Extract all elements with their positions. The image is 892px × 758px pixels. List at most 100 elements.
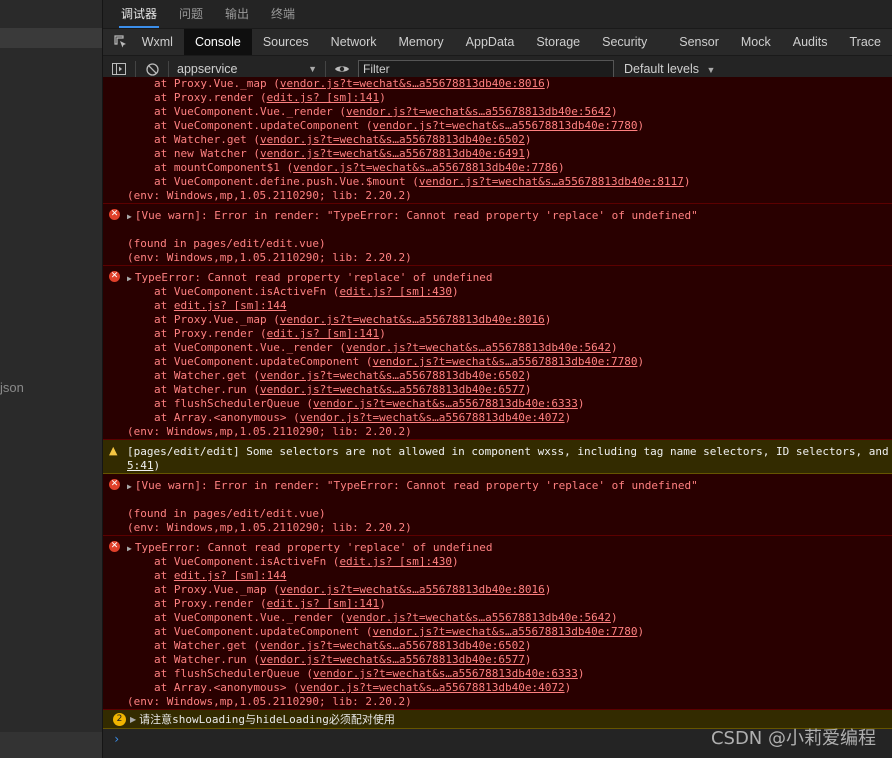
source-link[interactable]: edit.js? [sm]:430: [339, 285, 452, 298]
source-link[interactable]: vendor.js?t=wechat&s…a55678813db40e:7780: [373, 625, 638, 638]
source-link[interactable]: vendor.js?t=wechat&s…a55678813db40e:4072: [300, 411, 565, 424]
expand-triangle-icon[interactable]: ▶: [127, 542, 132, 555]
tab-security[interactable]: Security: [591, 29, 658, 55]
stack-frame-function: at Watcher.run (: [154, 383, 260, 396]
stack-frame-function: at VueComponent.updateComponent (: [154, 119, 373, 132]
source-link[interactable]: 5:41: [127, 459, 154, 472]
tab-trace[interactable]: Trace: [839, 29, 892, 55]
tab-memory[interactable]: Memory: [388, 29, 455, 55]
stack-frame-line: at Array.<anonymous> (vendor.js?t=wechat…: [103, 681, 892, 695]
watermark: CSDN @小莉爱编程: [710, 728, 876, 749]
expand-triangle-icon[interactable]: ▶: [127, 480, 132, 493]
source-link[interactable]: vendor.js?t=wechat&s…a55678813db40e:8016: [280, 313, 545, 326]
chevron-down-icon: ▼: [706, 65, 716, 75]
tab-appdata[interactable]: AppData: [455, 29, 526, 55]
source-link[interactable]: vendor.js?t=wechat&s…a55678813db40e:6577: [260, 653, 525, 666]
source-link[interactable]: vendor.js?t=wechat&s…a55678813db40e:7780: [373, 355, 638, 368]
context-select[interactable]: appservice ▼: [173, 62, 321, 76]
source-link[interactable]: edit.js? [sm]:430: [339, 555, 452, 568]
inspect-element-icon[interactable]: [111, 29, 131, 55]
tab-sources[interactable]: Sources: [252, 29, 320, 55]
console-error-message: ✕ ▶ [Vue warn]: Error in render: "TypeErr…: [103, 204, 892, 266]
stack-frame-tail: ): [564, 681, 572, 694]
toolbar-divider: [168, 61, 169, 77]
source-link[interactable]: vendor.js?t=wechat&s…a55678813db40e:5642: [346, 611, 611, 624]
source-link[interactable]: edit.js? [sm]:141: [267, 327, 380, 340]
warning-tail: ): [153, 459, 161, 472]
source-link[interactable]: vendor.js?t=wechat&s…a55678813db40e:6333: [313, 397, 578, 410]
tab-wxml[interactable]: Wxml: [131, 29, 184, 55]
source-link[interactable]: vendor.js?t=wechat&s…a55678813db40e:5642: [346, 105, 611, 118]
prompt-chevron-icon: ›: [113, 732, 121, 746]
stack-frame-function: at Proxy.render (: [154, 91, 267, 104]
source-link[interactable]: edit.js? [sm]:141: [267, 91, 380, 104]
stack-frame-function: at VueComponent.isActiveFn (: [154, 285, 340, 298]
source-link[interactable]: vendor.js?t=wechat&s…a55678813db40e:7786: [293, 161, 558, 174]
stack-frame-line: at Watcher.run (vendor.js?t=wechat&s…a55…: [103, 383, 892, 397]
stack-frame-function: at Array.<anonymous> (: [154, 681, 300, 694]
source-link[interactable]: vendor.js?t=wechat&s…a55678813db40e:7780: [373, 119, 638, 132]
tab-storage[interactable]: Storage: [525, 29, 591, 55]
source-link[interactable]: vendor.js?t=wechat&s…a55678813db40e:8117: [419, 175, 684, 188]
loading-warning-code-1: showLoading: [172, 712, 246, 726]
source-link[interactable]: vendor.js?t=wechat&s…a55678813db40e:6502: [260, 369, 525, 382]
stack-frame-line: at Array.<anonymous> (vendor.js?t=wechat…: [103, 411, 892, 425]
stack-frame-function: at Watcher.run (: [154, 653, 260, 666]
env-line: (env: Windows,mp,1.05.2110290; lib: 2.20…: [127, 695, 412, 708]
wxss-warning-text: [pages/edit/edit] Some selectors are not…: [127, 445, 889, 458]
stack-frame-function: at Array.<anonymous> (: [154, 411, 300, 424]
left-bottom-bar: [0, 732, 102, 758]
left-selected-row[interactable]: [0, 28, 102, 48]
source-link[interactable]: vendor.js?t=wechat&s…a55678813db40e:5642: [346, 341, 611, 354]
source-link[interactable]: vendor.js?t=wechat&s…a55678813db40e:6333: [313, 667, 578, 680]
stack-frame-line: at Proxy.render (edit.js? [sm]:141): [103, 91, 892, 105]
console-error-message: ✕ ▶ TypeError: Cannot read property 'repl…: [103, 266, 892, 440]
source-link[interactable]: vendor.js?t=wechat&s…a55678813db40e:4072: [300, 681, 565, 694]
stack-frame-line: at VueComponent.define.push.Vue.$mount (…: [103, 175, 892, 189]
tab-problems[interactable]: 问题: [179, 0, 203, 28]
source-link[interactable]: vendor.js?t=wechat&s…a55678813db40e:8016: [280, 77, 545, 90]
source-link[interactable]: vendor.js?t=wechat&s…a55678813db40e:6502: [260, 133, 525, 146]
toolbar-divider: [135, 61, 136, 77]
source-link[interactable]: vendor.js?t=wechat&s…a55678813db40e:6491: [260, 147, 525, 160]
tab-network[interactable]: Network: [320, 29, 388, 55]
stack-frame-function: at VueComponent.Vue._render (: [154, 105, 347, 118]
source-link[interactable]: vendor.js?t=wechat&s…a55678813db40e:6577: [260, 383, 525, 396]
stack-frame-line: at Watcher.get (vendor.js?t=wechat&s…a55…: [103, 369, 892, 383]
tab-sensor[interactable]: Sensor: [668, 29, 730, 55]
stack-frame-tail: ): [610, 341, 618, 354]
vue-warn-text: [Vue warn]: Error in render: "TypeError:…: [134, 209, 698, 222]
tab-console[interactable]: Console: [183, 29, 252, 55]
source-link[interactable]: edit.js? [sm]:144: [174, 569, 287, 582]
expand-triangle-icon[interactable]: ▶: [130, 715, 136, 724]
levels-dropdown[interactable]: Default levels ▼: [624, 62, 715, 76]
source-link[interactable]: vendor.js?t=wechat&s…a55678813db40e:8016: [280, 583, 545, 596]
stack-frame-function: at new Watcher (: [154, 147, 260, 160]
devtools-panel: 调试器 问题 输出 终端 Wxml Console Sources Networ…: [103, 0, 892, 758]
stack-frame-tail: ): [544, 313, 552, 326]
filter-input[interactable]: Filter: [358, 60, 614, 78]
left-file-label[interactable]: json: [0, 380, 24, 395]
source-link[interactable]: edit.js? [sm]:141: [267, 597, 380, 610]
expand-triangle-icon[interactable]: ▶: [127, 272, 132, 285]
tab-mock[interactable]: Mock: [730, 29, 782, 55]
stack-frame-function: at VueComponent.isActiveFn (: [154, 555, 340, 568]
source-link[interactable]: vendor.js?t=wechat&s…a55678813db40e:6502: [260, 639, 525, 652]
found-in-line: (found in pages/edit/edit.vue): [127, 237, 326, 250]
loading-warning-text-3: 必须配对使用: [328, 713, 395, 726]
loading-warning-text-1: 请注意: [139, 713, 173, 726]
expand-triangle-icon[interactable]: ▶: [127, 210, 132, 223]
stack-frame-line: at Watcher.run (vendor.js?t=wechat&s…a55…: [103, 653, 892, 667]
stack-frame-tail: ): [379, 91, 386, 104]
stack-frame-tail: ): [637, 355, 645, 368]
tab-output[interactable]: 输出: [225, 0, 249, 28]
tab-audits[interactable]: Audits: [782, 29, 839, 55]
stack-frame-tail: ): [524, 369, 532, 382]
stack-frame-function: at VueComponent.updateComponent (: [154, 625, 373, 638]
stack-frame-tail: ): [564, 411, 572, 424]
source-link[interactable]: edit.js? [sm]:144: [174, 299, 287, 312]
stack-frame-line: at edit.js? [sm]:144: [103, 299, 892, 313]
stack-frame-function: at VueComponent.updateComponent (: [154, 355, 373, 368]
tab-terminal[interactable]: 终端: [271, 0, 295, 28]
tab-debugger[interactable]: 调试器: [118, 0, 160, 28]
